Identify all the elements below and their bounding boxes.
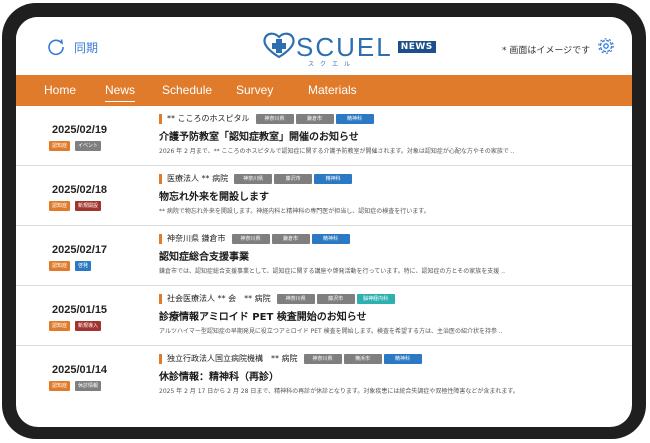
location-tag: 鎌倉市 xyxy=(271,233,310,244)
news-summary: アルツハイマー型認知症の早期発見に役立つアミロイド PET 検査を開始します。検… xyxy=(159,328,503,335)
news-category-tags: 認知症 イベント xyxy=(49,141,102,151)
news-organization: ** こころのホスピタル xyxy=(167,114,250,123)
news-source: 社会医療法人 ** 会 ** 病院 神奈川県 藤沢市 脳神経内科 xyxy=(159,293,397,304)
category-tag: 認知症 xyxy=(49,381,71,391)
news-date: 2025/02/17 xyxy=(52,244,108,256)
news-category-tags: 認知症 休診情報 xyxy=(49,381,102,391)
tab-survey[interactable]: Survey xyxy=(236,75,273,106)
location-tag: 藤沢市 xyxy=(316,293,355,304)
category-tag: 新規開設 xyxy=(75,201,102,211)
location-tag: 横浜市 xyxy=(343,353,382,364)
news-title[interactable]: 認知症総合支援事業 xyxy=(159,248,249,263)
gear-icon[interactable] xyxy=(597,37,615,59)
logo-news-badge: NEWS xyxy=(397,41,436,53)
news-title[interactable]: 診療情報アミロイド PET 検査開始のお知らせ xyxy=(159,308,367,323)
news-organization: 神奈川県 鎌倉市 xyxy=(167,234,226,243)
news-item[interactable]: 2025/02/18 認知症 新規開設 医療法人 ** 病院 神奈川県 藤沢市 … xyxy=(16,166,632,226)
department-tag: 精神科 xyxy=(311,233,350,244)
accent-bar xyxy=(159,173,162,184)
news-category-tags: 認知症 新規導入 xyxy=(49,321,102,331)
tab-materials[interactable]: Materials xyxy=(308,75,357,106)
main-nav: Home News Schedule Survey Materials xyxy=(16,75,632,106)
news-summary: ** 病院で物忘れ外来を開設します。神経内科と精神科の専門医が担当し、認知症の検… xyxy=(159,208,430,215)
location-tag: 神奈川県 xyxy=(255,113,294,124)
app-header: 同期 SCUEL NEWS スクエル * 画面はイメージです xyxy=(16,17,632,75)
accent-bar xyxy=(159,233,162,244)
accent-bar xyxy=(159,293,162,304)
category-tag: 休診情報 xyxy=(75,381,102,391)
department-tag: 精神科 xyxy=(335,113,374,124)
location-tag: 神奈川県 xyxy=(231,233,270,244)
tab-home[interactable]: Home xyxy=(44,75,76,106)
location-tag: 鎌倉市 xyxy=(295,113,334,124)
department-tag: 精神科 xyxy=(314,173,353,184)
news-source: 医療法人 ** 病院 神奈川県 藤沢市 精神科 xyxy=(159,173,354,184)
news-summary: 2026 年 2 月まで、** こころのホスピタルで認知症に関する介護予防教室が… xyxy=(159,148,515,155)
location-tag: 神奈川県 xyxy=(303,353,342,364)
category-tag: 啓発 xyxy=(75,261,92,271)
news-item[interactable]: 2025/01/15 認知症 新規導入 社会医療法人 ** 会 ** 病院 神奈… xyxy=(16,286,632,346)
location-tag: 神奈川県 xyxy=(276,293,315,304)
accent-bar xyxy=(159,113,162,124)
news-organization: 独立行政法人国立病院機構 ** 病院 xyxy=(167,354,298,363)
tab-news[interactable]: News xyxy=(105,75,136,106)
news-item[interactable]: 2025/02/19 認知症 イベント ** こころのホスピタル 神奈川県 鎌倉… xyxy=(16,106,632,166)
location-tag: 神奈川県 xyxy=(234,173,273,184)
tab-schedule[interactable]: Schedule xyxy=(162,75,212,106)
news-organization: 医療法人 ** 病院 xyxy=(167,174,229,183)
category-tag: 認知症 xyxy=(49,141,71,151)
department-tag: 精神科 xyxy=(383,353,422,364)
news-title[interactable]: 介護予防教室「認知症教室」開催のお知らせ xyxy=(159,128,359,143)
logo-kana: スクエル xyxy=(308,61,357,68)
news-list: 2025/02/19 認知症 イベント ** こころのホスピタル 神奈川県 鎌倉… xyxy=(16,106,632,405)
news-item[interactable]: 2025/01/14 認知症 休診情報 独立行政法人国立病院機構 ** 病院 神… xyxy=(16,346,632,405)
image-disclaimer: * 画面はイメージです xyxy=(502,46,591,56)
category-tag: 認知症 xyxy=(49,321,71,331)
news-date: 2025/02/19 xyxy=(52,124,108,136)
news-category-tags: 認知症 新規開設 xyxy=(49,201,102,211)
location-tag: 藤沢市 xyxy=(274,173,313,184)
news-source: 神奈川県 鎌倉市 神奈川県 鎌倉市 精神科 xyxy=(159,233,352,244)
news-title[interactable]: 物忘れ外来を開設します xyxy=(159,188,269,203)
news-date: 2025/01/15 xyxy=(52,304,108,316)
news-summary: 2025 年 2 月 17 日から 2 月 28 日まで、精神科の再診が休診とな… xyxy=(159,388,519,395)
news-source: 独立行政法人国立病院機構 ** 病院 神奈川県 横浜市 精神科 xyxy=(159,353,424,364)
sync-button[interactable]: 同期 xyxy=(46,37,98,57)
news-category-tags: 認知症 啓発 xyxy=(49,261,92,271)
heart-cross-icon xyxy=(262,31,296,63)
accent-bar xyxy=(159,353,162,364)
category-tag: 新規導入 xyxy=(75,321,102,331)
news-date: 2025/01/14 xyxy=(52,364,108,376)
category-tag: 認知症 xyxy=(49,261,71,271)
news-item[interactable]: 2025/02/17 認知症 啓発 神奈川県 鎌倉市 神奈川県 鎌倉市 精神科 … xyxy=(16,226,632,286)
sync-icon xyxy=(46,37,66,57)
tablet-screen: 同期 SCUEL NEWS スクエル * 画面はイメージです Home News… xyxy=(16,17,632,427)
tablet-frame: 同期 SCUEL NEWS スクエル * 画面はイメージです Home News… xyxy=(2,3,646,439)
news-organization: 社会医療法人 ** 会 ** 病院 xyxy=(167,294,271,303)
news-title[interactable]: 休診情報：精神科（再診） xyxy=(159,368,279,383)
department-tag: 脳神経内科 xyxy=(356,293,395,304)
news-date: 2025/02/18 xyxy=(52,184,108,196)
category-tag: イベント xyxy=(75,141,102,151)
category-tag: 認知症 xyxy=(49,201,71,211)
sync-label: 同期 xyxy=(74,40,99,55)
news-summary: 鎌倉市では、認知症総合支援事業として、認知症に関する講座や啓発活動を行っています… xyxy=(159,268,505,275)
news-source: ** こころのホスピタル 神奈川県 鎌倉市 精神科 xyxy=(159,113,376,124)
logo-wordmark: SCUEL xyxy=(296,32,393,62)
scuel-logo: SCUEL NEWS スクエル xyxy=(262,31,436,68)
